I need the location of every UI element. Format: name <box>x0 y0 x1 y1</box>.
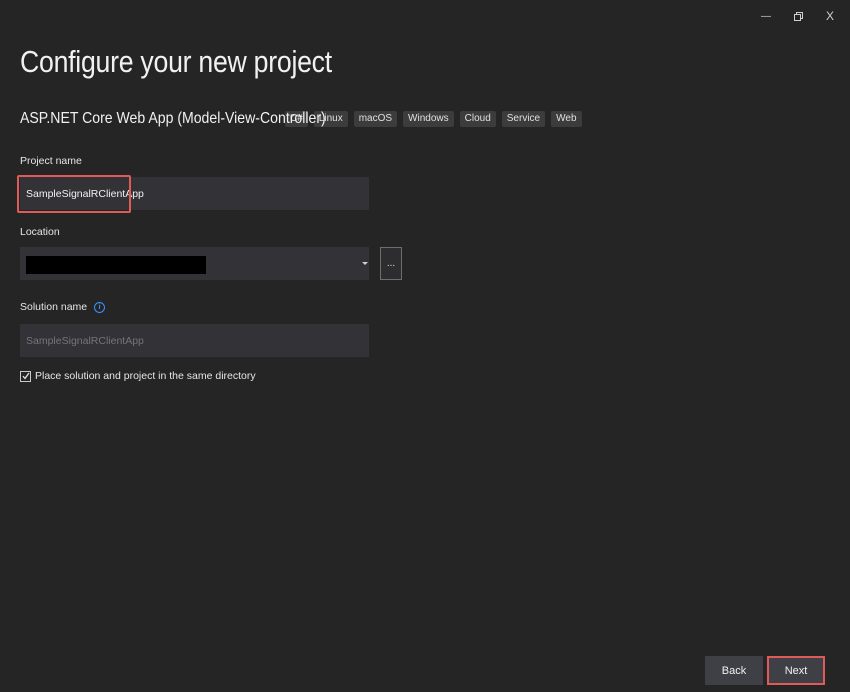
template-tags: C# Linux macOS Windows Cloud Service Web <box>285 111 582 127</box>
checkmark-icon <box>22 372 30 380</box>
location-label: Location <box>20 226 60 238</box>
same-directory-checkbox[interactable] <box>20 370 31 382</box>
same-directory-label: Place solution and project in the same d… <box>35 370 256 382</box>
restore-button[interactable] <box>782 6 814 26</box>
template-name: ASP.NET Core Web App (Model-View-Control… <box>20 110 326 127</box>
same-directory-option[interactable]: Place solution and project in the same d… <box>20 370 256 382</box>
minimize-button[interactable]: — <box>750 6 782 26</box>
next-button[interactable]: Next <box>767 656 825 685</box>
solution-name-label-row: Solution name i <box>20 301 106 313</box>
solution-name-label: Solution name <box>20 301 88 313</box>
tag-web: Web <box>551 111 582 127</box>
project-name-input[interactable] <box>20 177 369 210</box>
template-info: ASP.NET Core Web App (Model-View-Control… <box>20 110 582 128</box>
info-icon[interactable]: i <box>94 301 106 313</box>
project-name-label: Project name <box>20 155 82 167</box>
solution-name-field <box>20 324 369 357</box>
tag-cloud: Cloud <box>459 111 496 127</box>
restore-icon <box>793 11 803 21</box>
project-name-field <box>20 177 369 210</box>
tag-windows: Windows <box>403 111 454 127</box>
window-controls: — X <box>750 6 846 26</box>
browse-button[interactable]: ... <box>380 247 402 280</box>
close-icon: X <box>825 9 834 23</box>
location-redaction <box>26 256 206 274</box>
tag-macos: macOS <box>353 111 398 127</box>
minimize-icon: — <box>761 10 771 22</box>
close-button[interactable]: X <box>814 6 846 26</box>
solution-name-input <box>20 324 369 357</box>
back-button[interactable]: Back <box>705 656 763 685</box>
tag-service: Service <box>501 111 546 127</box>
page-title: Configure your new project <box>20 44 332 79</box>
chevron-down-icon <box>362 262 368 265</box>
